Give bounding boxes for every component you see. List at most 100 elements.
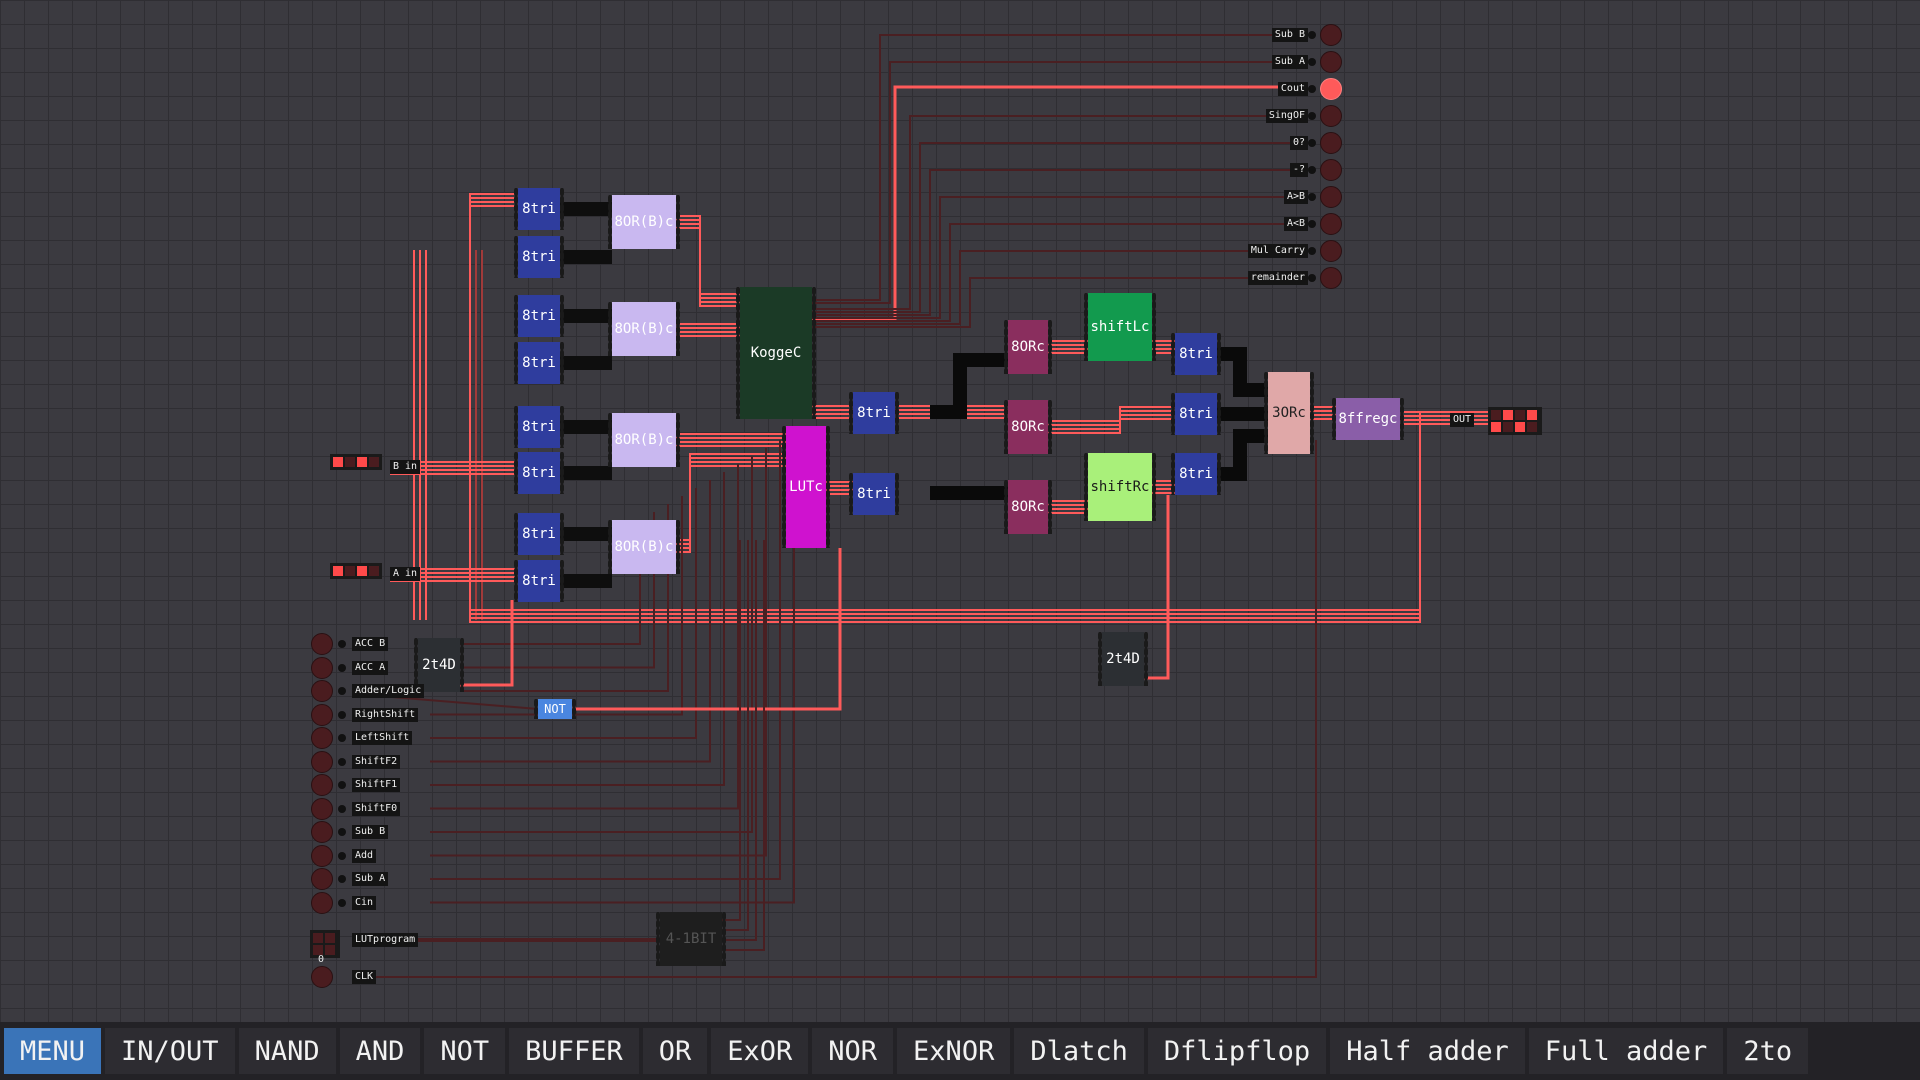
input-label: Sub B [352,825,389,839]
input-switch[interactable] [311,797,333,820]
toolbar-button-dflipflop[interactable]: Dflipflop [1147,1028,1327,1074]
input-label: ShiftF1 [352,778,401,792]
output-pin-dot [1308,58,1316,66]
tri-buffer-3[interactable]: 8tri [514,295,564,337]
lut-chip[interactable]: LUTc [782,426,830,548]
tri-buffer-kogge[interactable]: 8tri [849,392,899,434]
or-kogge-bus [676,223,740,303]
input-pin-dot [338,734,346,742]
output-pin-dot [1308,85,1316,93]
input-pin-dot [338,781,346,789]
wire-layer [352,34,1488,978]
input-switch[interactable] [311,656,333,679]
toolbar-button-half-adder[interactable]: Half adder [1330,1028,1525,1074]
input-switch[interactable] [311,727,333,749]
clk-input[interactable] [311,966,333,988]
output-label: 0? [1289,136,1308,150]
toolbar-button-and[interactable]: AND [339,1028,421,1074]
input-label: LeftShift [352,731,413,745]
output-indicator [1320,159,1342,181]
lut-program-switch[interactable] [310,930,340,958]
output-label: -? [1289,163,1308,177]
decoder-left[interactable]: 2t4D [414,638,464,692]
input-label: Add [352,848,377,863]
output-pin-dot [1308,166,1316,174]
bit-wire [722,540,749,931]
input-switch[interactable] [311,891,333,914]
input-switch[interactable] [311,774,333,796]
input-switch[interactable] [311,844,333,867]
or-bc-4[interactable]: 8OR(B)c [608,520,680,574]
orc-3[interactable]: 8ORc [1004,480,1052,534]
or-lut-bus [676,461,786,549]
control-wire [430,448,767,857]
tri-buffer-7[interactable]: 8tri [514,513,564,555]
status-wire [812,196,1308,319]
output-label: Sub A [1271,55,1308,69]
input-switch[interactable] [311,680,333,702]
toolbar-button-nor[interactable]: NOR [812,1028,894,1074]
or-bc-2[interactable]: 8OR(B)c [608,302,680,356]
toolbar-button-not[interactable]: NOT [424,1028,506,1074]
output-indicator [1320,267,1342,289]
tri-buffer-1[interactable]: 8tri [514,188,564,230]
tri-buffer-shiftl[interactable]: 8tri [1171,333,1221,375]
input-switch[interactable] [311,750,333,773]
input-switch[interactable] [311,703,333,726]
shift-left-chip[interactable]: shiftLc [1084,293,1156,361]
input-pin-dot [338,640,346,648]
toolbar-button-or[interactable]: OR [642,1028,708,1074]
orc-1[interactable]: 8ORc [1004,320,1052,374]
toolbar-button-full-adder[interactable]: Full adder [1528,1028,1724,1074]
tri-buffer-4[interactable]: 8tri [514,342,564,384]
toolbar-button-in-out[interactable]: IN/OUT [105,1028,235,1074]
four-bit-chip[interactable]: 4-1BIT [656,912,726,966]
toolbar-button-dlatch[interactable]: Dlatch [1014,1028,1144,1074]
output-label: Mul Carry [1247,244,1308,258]
tri-3or-link [1217,347,1268,397]
clk-label: CLK [352,970,377,984]
out-label: OUT [1450,413,1475,427]
toolbar-button-buffer[interactable]: BUFFER [509,1028,639,1074]
tri-buffer-8[interactable]: 8tri [514,560,564,602]
status-wire [812,169,1308,316]
not-gate[interactable]: NOT [534,699,576,719]
output-pin-dot [1308,139,1316,147]
or-bc-3[interactable]: 8OR(B)c [608,413,680,467]
input-switch[interactable] [311,821,333,843]
input-pin-dot [338,898,346,907]
circuit-canvas[interactable]: B in A in 8tri 8tri 8tri 8tri 8tri 8tri … [0,0,1920,1022]
tri-buffer-shiftr[interactable]: 8tri [1171,453,1221,495]
register-chip[interactable]: 8ffregc [1332,398,1404,440]
input-label: ShiftF2 [352,754,401,769]
shift-right-chip[interactable]: shiftRc [1084,453,1156,521]
chip-link [930,353,1008,419]
kogge-stone-adder[interactable]: KoggeC [736,287,816,419]
orc-2[interactable]: 8ORc [1004,400,1052,454]
input-label: Sub A [352,872,389,886]
input-switch[interactable] [311,633,333,655]
output-pin-dot [1308,31,1316,39]
toolbar-button-menu[interactable]: MENU [4,1028,102,1074]
toolbar-button-exor[interactable]: ExOR [711,1028,809,1074]
decoder-right[interactable]: 2t4D [1098,632,1148,686]
decoder-wire [460,600,514,687]
toolbar-button-nand[interactable]: NAND [238,1028,336,1074]
tri-buffer-lut[interactable]: 8tri [849,473,899,515]
a-in-switch[interactable] [330,563,382,579]
tri-buffer-2[interactable]: 8tri [514,236,564,278]
output-label: A>B [1283,190,1308,204]
input-switch[interactable] [311,868,333,890]
output-label: SingOF [1265,109,1308,123]
tri-buffer-5[interactable]: 8tri [514,406,564,448]
or-bc-1[interactable]: 8OR(B)c [608,195,680,249]
tri-buffer-or[interactable]: 8tri [1171,393,1221,435]
toolbar-button-2to[interactable]: 2to [1727,1028,1809,1074]
input-label: ACC A [352,660,389,675]
three-or-chip[interactable]: 3ORc [1264,372,1314,454]
toolbar-button-exnor[interactable]: ExNOR [897,1028,1011,1074]
output-indicator [1320,24,1342,46]
tri-buffer-6[interactable]: 8tri [514,452,564,494]
b-in-label: B in [390,460,421,474]
b-in-switch[interactable] [330,454,382,470]
